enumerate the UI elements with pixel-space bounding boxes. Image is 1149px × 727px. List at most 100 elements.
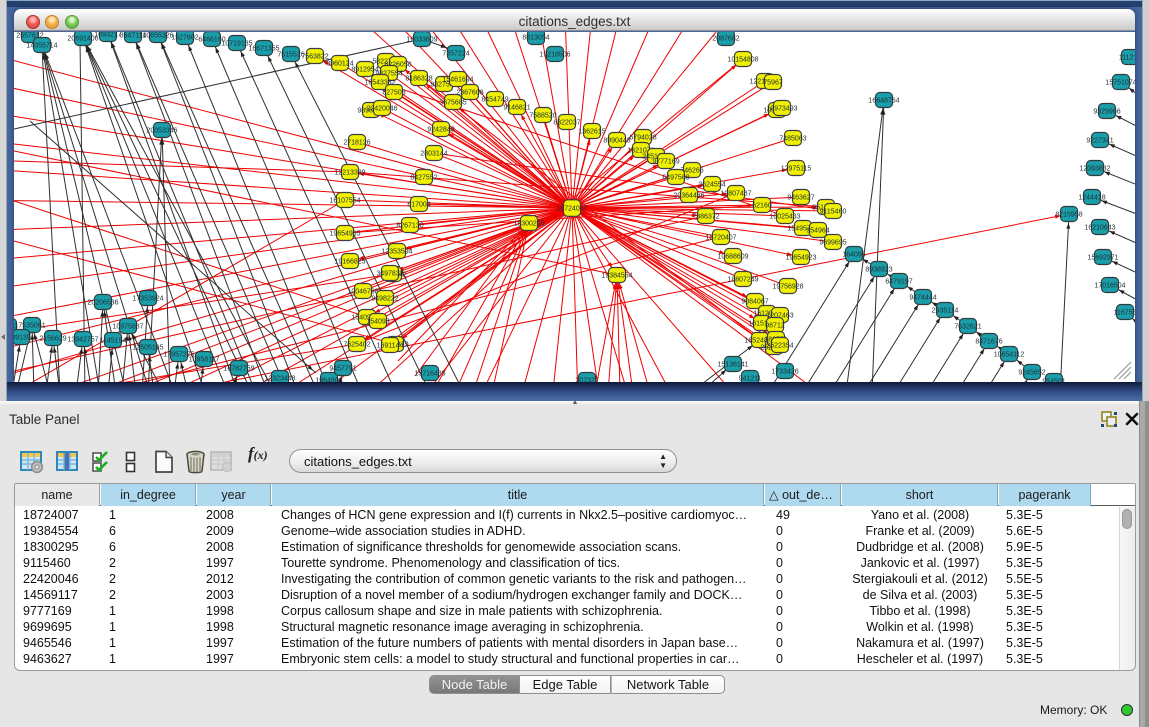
- svg-text:8186328: 8186328: [405, 75, 432, 82]
- svg-text:12975115: 12975115: [781, 165, 812, 172]
- svg-text:10046788: 10046788: [347, 288, 378, 295]
- svg-text:116753: 116753: [1114, 309, 1135, 316]
- svg-text:9115460: 9115460: [820, 208, 847, 215]
- svg-text:6479197: 6479197: [885, 278, 912, 285]
- svg-text:954964: 954964: [806, 227, 829, 234]
- svg-text:15461694: 15461694: [442, 76, 473, 83]
- svg-text:17353924: 17353924: [132, 295, 163, 302]
- svg-text:9699695: 9699695: [819, 239, 846, 246]
- svg-text:12323448: 12323448: [264, 375, 295, 382]
- svg-text:9777169: 9777169: [652, 158, 679, 165]
- svg-text:9329966: 9329966: [1093, 108, 1120, 115]
- svg-text:8938923: 8938923: [865, 266, 892, 273]
- svg-text:19654923: 19654923: [785, 254, 816, 261]
- svg-text:8427552: 8427552: [410, 174, 437, 181]
- svg-text:7563822: 7563822: [301, 53, 328, 60]
- svg-text:8215958: 8215958: [1055, 211, 1082, 218]
- svg-text:954501: 954501: [1042, 378, 1065, 382]
- svg-text:15751074: 15751074: [1105, 79, 1135, 86]
- svg-text:111213: 111213: [1119, 54, 1135, 61]
- svg-text:9463627: 9463627: [787, 194, 814, 201]
- svg-text:2156629: 2156629: [39, 335, 66, 342]
- svg-text:10655326: 10655326: [142, 32, 173, 39]
- svg-text:2522354: 2522354: [766, 342, 793, 349]
- svg-text:3497833: 3497833: [376, 270, 403, 277]
- svg-text:16648764: 16648764: [868, 97, 899, 104]
- svg-text:9242848: 9242848: [427, 126, 454, 133]
- svg-text:20206536: 20206536: [87, 299, 118, 306]
- svg-text:9146821: 9146821: [503, 104, 530, 111]
- svg-text:22420046: 22420046: [366, 105, 397, 112]
- svg-text:15720407: 15720407: [705, 234, 736, 241]
- svg-text:17016504: 17016504: [1094, 282, 1125, 289]
- svg-text:1527602: 1527602: [171, 34, 198, 41]
- svg-text:16782759: 16782759: [223, 365, 254, 372]
- svg-text:15136141: 15136141: [717, 361, 748, 368]
- svg-text:12505135: 12505135: [132, 344, 163, 351]
- svg-text:10958117: 10958117: [189, 356, 220, 363]
- svg-text:8960124: 8960124: [326, 60, 353, 67]
- svg-text:9498222: 9498222: [371, 295, 398, 302]
- svg-text:12213389: 12213389: [334, 169, 365, 176]
- svg-text:207327: 207327: [575, 377, 598, 382]
- svg-text:1964603: 1964603: [315, 377, 342, 382]
- svg-text:1691144: 1691144: [377, 342, 404, 349]
- svg-text:1145194: 1145194: [100, 337, 127, 344]
- svg-text:10688609: 10688609: [717, 253, 748, 260]
- svg-text:6497568: 6497568: [662, 174, 689, 181]
- svg-text:2803144: 2803144: [420, 150, 447, 157]
- svg-text:14055714: 14055714: [26, 42, 57, 49]
- svg-text:7485063: 7485063: [779, 135, 806, 142]
- svg-text:3675685: 3675685: [439, 99, 466, 106]
- svg-text:12093832: 12093832: [1079, 165, 1110, 172]
- svg-text:39139: 39139: [14, 334, 31, 341]
- svg-text:75967: 75967: [763, 79, 783, 86]
- svg-text:7588520: 7588520: [529, 112, 556, 119]
- svg-text:20053346: 20053346: [146, 127, 177, 134]
- svg-text:10025433: 10025433: [769, 213, 800, 220]
- svg-text:20364436: 20364436: [673, 192, 704, 199]
- svg-text:16033809: 16033809: [406, 36, 437, 43]
- svg-text:9474444: 9474444: [909, 294, 936, 301]
- svg-text:8454749: 8454749: [481, 96, 508, 103]
- svg-text:13942757: 13942757: [67, 336, 98, 343]
- svg-text:2087682: 2087682: [712, 35, 739, 42]
- svg-text:1244418: 1244418: [1078, 194, 1105, 201]
- svg-text:7386372: 7386372: [692, 213, 719, 220]
- svg-text:7625402: 7625402: [343, 341, 370, 348]
- svg-text:15692971: 15692971: [1087, 254, 1118, 261]
- svg-text:154093: 154093: [366, 318, 389, 325]
- svg-text:15716485: 15716485: [414, 370, 445, 377]
- svg-text:8471676: 8471676: [975, 338, 1002, 345]
- svg-text:10973493: 10973493: [766, 105, 797, 112]
- svg-text:8813054: 8813054: [522, 34, 549, 41]
- svg-text:8322037: 8322037: [553, 119, 580, 126]
- svg-text:16210643: 16210643: [1084, 224, 1115, 231]
- svg-text:617004: 617004: [407, 201, 430, 208]
- svg-text:19166825: 19166825: [334, 258, 365, 265]
- svg-text:18807249: 18807249: [727, 276, 758, 283]
- svg-text:9227341: 9227341: [1086, 137, 1113, 144]
- svg-text:6794028: 6794028: [629, 134, 656, 141]
- svg-text:16671355: 16671355: [248, 45, 279, 52]
- svg-text:9457791: 9457791: [329, 365, 356, 372]
- svg-text:9084067: 9084067: [741, 298, 768, 305]
- svg-text:98712: 98712: [765, 322, 785, 329]
- svg-text:19384554: 19384554: [601, 272, 632, 279]
- svg-text:18300295: 18300295: [513, 220, 544, 227]
- svg-text:7632621: 7632621: [954, 323, 981, 330]
- svg-text:19218506: 19218506: [539, 51, 570, 58]
- svg-text:8267130: 8267130: [396, 222, 423, 229]
- svg-text:7535061: 7535061: [18, 322, 45, 329]
- svg-text:16107554: 16107554: [329, 197, 360, 204]
- svg-text:1733426: 1733426: [771, 368, 798, 375]
- svg-text:62160: 62160: [752, 202, 772, 209]
- svg-text:3624554: 3624554: [698, 181, 725, 188]
- svg-text:10154808: 10154808: [727, 56, 758, 63]
- svg-text:10654112: 10654112: [994, 351, 1025, 358]
- svg-text:1093217: 1093217: [94, 32, 121, 38]
- svg-text:8990448: 8990448: [603, 137, 630, 144]
- svg-text:1362615: 1362615: [578, 128, 605, 135]
- svg-text:19756928: 19756928: [772, 283, 803, 290]
- svg-text:10975887: 10975887: [112, 323, 143, 330]
